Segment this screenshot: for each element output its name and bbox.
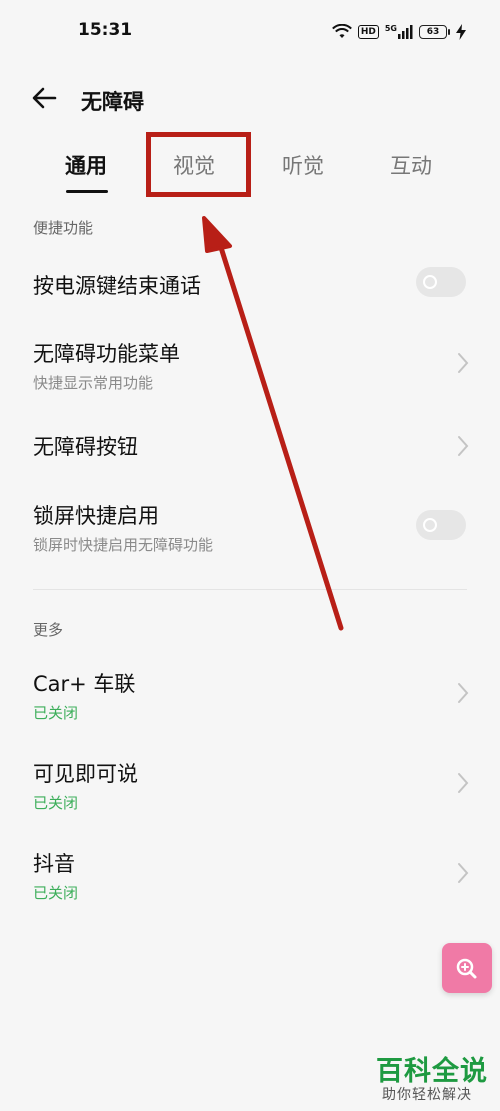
section-header-more: 更多 bbox=[33, 621, 64, 639]
chevron-right-icon bbox=[458, 683, 469, 703]
active-tab-indicator bbox=[66, 190, 108, 193]
row-title: 无障碍按钮 bbox=[33, 435, 138, 459]
row-title: 抖音 bbox=[33, 852, 75, 876]
annotation-highlight-box bbox=[146, 132, 251, 197]
row-subtitle: 锁屏时快捷启用无障碍功能 bbox=[33, 536, 214, 554]
row-title: 锁屏快捷启用 bbox=[33, 504, 159, 528]
chevron-right-icon bbox=[458, 353, 469, 373]
battery-level: 63 bbox=[419, 25, 447, 39]
page-title: 无障碍 bbox=[81, 90, 144, 114]
row-title: 无障碍功能菜单 bbox=[33, 342, 180, 366]
toggle-switch[interactable] bbox=[416, 510, 466, 540]
setting-row-accessibility-button[interactable]: 无障碍按钮 bbox=[0, 420, 500, 475]
setting-row-voice-control[interactable]: 可见即可说 已关闭 bbox=[0, 750, 500, 825]
status-time: 15:31 bbox=[78, 20, 133, 40]
network-type: 5G bbox=[384, 23, 397, 33]
charging-icon bbox=[456, 24, 466, 40]
section-divider bbox=[33, 589, 467, 590]
wifi-icon bbox=[331, 24, 352, 38]
zoom-in-icon bbox=[456, 958, 477, 979]
toggle-knob bbox=[423, 518, 437, 532]
watermark-logo: 百科全说 bbox=[376, 1056, 488, 1087]
row-title: 按电源键结束通话 bbox=[33, 274, 201, 298]
setting-row-car-connect[interactable]: Car+ 车联 已关闭 bbox=[0, 660, 500, 735]
section-header-shortcuts: 便捷功能 bbox=[33, 219, 94, 237]
row-status: 已关闭 bbox=[33, 884, 79, 902]
watermark-slogan: 助你轻松解决 bbox=[382, 1087, 472, 1103]
chevron-right-icon bbox=[458, 863, 469, 883]
back-arrow-icon[interactable] bbox=[30, 84, 58, 112]
setting-row-power-key-end-call[interactable]: 按电源键结束通话 bbox=[0, 255, 500, 315]
row-title: Car+ 车联 bbox=[33, 672, 136, 696]
row-status: 已关闭 bbox=[33, 704, 79, 722]
chevron-right-icon bbox=[458, 773, 469, 793]
setting-row-accessibility-menu[interactable]: 无障碍功能菜单 快捷显示常用功能 bbox=[0, 330, 500, 405]
magnifier-button[interactable] bbox=[442, 943, 492, 993]
battery-cap bbox=[448, 29, 450, 35]
tab-general[interactable]: 通用 bbox=[65, 150, 107, 180]
toggle-knob bbox=[423, 275, 437, 289]
tab-interaction[interactable]: 互动 bbox=[390, 150, 432, 180]
setting-row-douyin[interactable]: 抖音 已关闭 bbox=[0, 840, 500, 915]
row-status: 已关闭 bbox=[33, 794, 79, 812]
status-icons: HD 5G 63 bbox=[331, 22, 466, 42]
chevron-right-icon bbox=[458, 436, 469, 456]
tab-hearing[interactable]: 听觉 bbox=[282, 150, 324, 180]
hd-badge: HD bbox=[357, 25, 379, 39]
setting-row-lockscreen-shortcut[interactable]: 锁屏快捷启用 锁屏时快捷启用无障碍功能 bbox=[0, 492, 500, 567]
row-subtitle: 快捷显示常用功能 bbox=[33, 374, 154, 392]
row-title: 可见即可说 bbox=[33, 762, 138, 786]
signal-icon bbox=[398, 25, 413, 39]
toggle-switch[interactable] bbox=[416, 267, 466, 297]
battery-indicator: 63 bbox=[419, 25, 450, 39]
